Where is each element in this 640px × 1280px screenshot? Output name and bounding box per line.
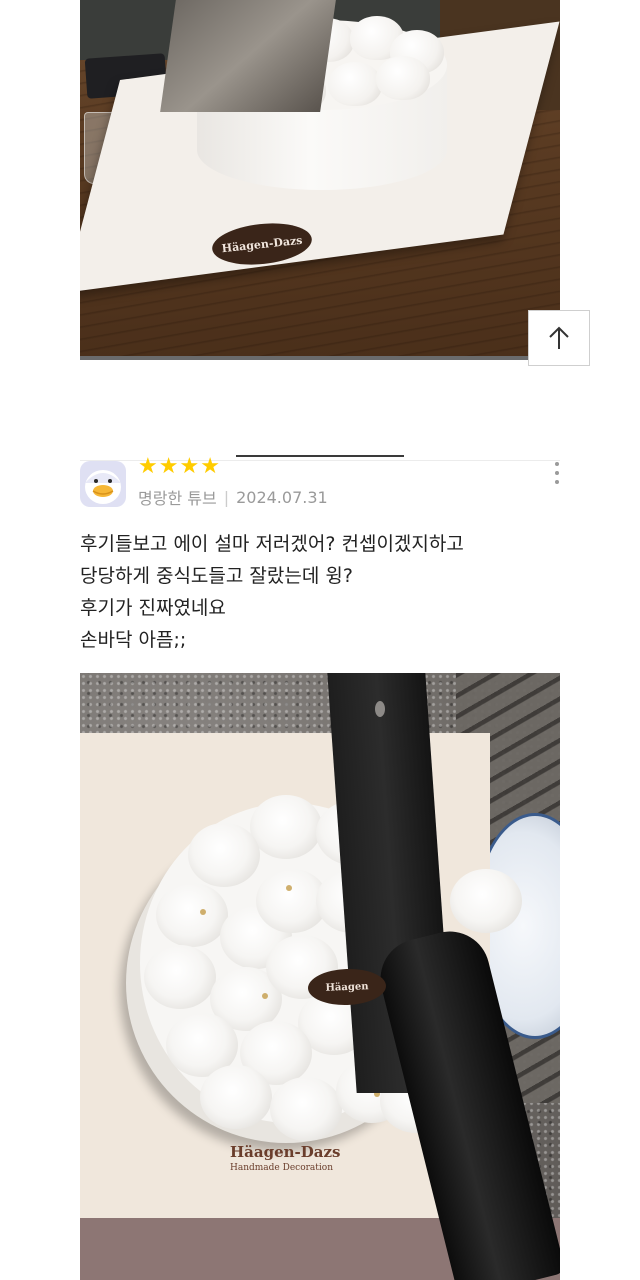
gold-flake <box>200 909 206 915</box>
cream-puff <box>188 823 260 887</box>
knife-blade <box>160 0 336 112</box>
review-photo-bottom[interactable]: Häagen-Dazs Handmade Decoration Häagen <box>80 673 560 1280</box>
more-options-button[interactable] <box>548 460 566 486</box>
review-line: 손바닥 아픔;; <box>80 629 187 651</box>
star-icon: ★ <box>138 454 158 479</box>
tab-indicator <box>236 455 404 457</box>
meta-separator: | <box>223 487 230 507</box>
cream-puff <box>450 869 522 933</box>
cream-puff <box>200 1065 272 1129</box>
brand-subtitle: Handmade Decoration <box>230 1163 333 1173</box>
cream-puff <box>156 883 228 947</box>
cream-puff <box>328 62 382 106</box>
brand-text: Häagen-Dazs Handmade Decoration <box>230 1143 340 1173</box>
cream-puff <box>144 945 216 1009</box>
photo-bottom-strip <box>80 356 560 360</box>
review-line: 당당하게 중식도들고 잘랐는데 윙? <box>80 565 353 587</box>
scroll-to-top-button[interactable] <box>528 310 590 366</box>
review-photo-top[interactable]: Häagen-Dazs <box>80 0 560 360</box>
reviewer-name[interactable]: 명랑한 튜브 <box>138 485 217 509</box>
star-icon: ★ <box>200 454 220 479</box>
reviewer-meta: 명랑한 튜브 | 2024.07.31 <box>138 485 328 509</box>
gold-flake <box>286 885 292 891</box>
review-line: 후기들보고 에이 설마 저러겠어? 컨셉이겠지하고 <box>80 533 464 555</box>
star-icon: ★ <box>179 454 200 479</box>
arrow-up-icon <box>549 326 569 349</box>
cleaver-hole <box>375 701 385 717</box>
cream-puff <box>376 56 430 100</box>
star-icon: ★ <box>158 454 179 479</box>
cream-puff <box>270 1077 342 1141</box>
more-dot-icon <box>555 480 559 484</box>
star-rating: ★ ★ ★ ★ <box>138 456 220 478</box>
duck-avatar-icon <box>80 461 126 507</box>
more-dot-icon <box>555 471 559 475</box>
avatar[interactable] <box>80 461 126 507</box>
cream-puff <box>250 795 322 859</box>
review-line: 후기가 진짜였네요 <box>80 597 226 619</box>
review-date: 2024.07.31 <box>236 487 328 507</box>
gold-flake <box>262 993 268 999</box>
review-body: 후기들보고 에이 설마 저러겠어? 컨셉이겠지하고 당당하게 중식도들고 잘랐는… <box>80 528 560 656</box>
more-dot-icon <box>555 462 559 466</box>
brand-name: Häagen-Dazs <box>230 1143 341 1161</box>
